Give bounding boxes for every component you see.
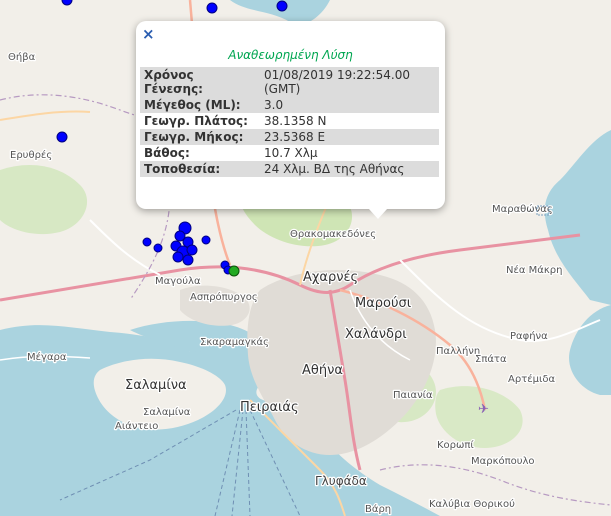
- label-skaramangas: Σκαραμαγκάς: [200, 336, 269, 348]
- detail-row-origin-time: Χρόνος Γένεσης: 01/08/2019 19:22:54.00 (…: [140, 67, 439, 97]
- label-spata: Σπάτα: [475, 353, 507, 365]
- label-thrakomakedones: Θρακομακεδόνες: [290, 228, 376, 240]
- earthquake-marker[interactable]: [186, 244, 198, 256]
- detail-row-magnitude: Μέγεθος (ML): 3.0: [140, 97, 439, 113]
- label-rafina: Ραφήνα: [510, 330, 548, 342]
- detail-label: Γεωγρ. Πλάτος:: [144, 114, 248, 128]
- label-chalandri: Χαλάνδρι: [345, 327, 407, 342]
- popup-close-button[interactable]: ×: [142, 27, 155, 42]
- label-nea-makri: Νέα Μάκρη: [506, 264, 562, 276]
- detail-value: 38.1358 N: [264, 114, 327, 128]
- detail-label: Βάθος:: [144, 146, 190, 160]
- earthquake-marker[interactable]: [172, 251, 184, 263]
- detail-label: Χρόνος Γένεσης:: [140, 67, 260, 97]
- detail-value: 23.5368 E: [260, 129, 439, 145]
- earthquake-marker[interactable]: [276, 0, 288, 12]
- earthquake-details-table: Χρόνος Γένεσης: 01/08/2019 19:22:54.00 (…: [140, 67, 439, 177]
- detail-label: Μέγεθος (ML):: [140, 97, 260, 113]
- label-aspropyrgos: Ασπρόπυργος: [190, 291, 258, 303]
- detail-value: 10.7 Χλμ: [264, 146, 318, 160]
- detail-row-longitude: Γεωγρ. Μήκος: 23.5368 E: [140, 129, 439, 145]
- earthquake-info-popup: × Αναθεωρημένη Λύση Χρόνος Γένεσης: 01/0…: [136, 21, 445, 219]
- detail-row-depth: Βάθος: 10.7 Χλμ: [140, 145, 439, 161]
- label-markopoulo: Μαρκόπουλο: [471, 455, 535, 467]
- earthquake-marker[interactable]: [153, 243, 163, 253]
- earthquake-marker-selected[interactable]: [228, 265, 240, 277]
- label-marousi: Μαρούσι: [355, 296, 411, 311]
- detail-row-latitude: Γεωγρ. Πλάτος: 38.1358 N: [140, 113, 439, 129]
- popup-title: Αναθεωρημένη Λύση: [228, 48, 353, 62]
- detail-row-location: Τοποθεσία: 24 Χλμ. ΒΔ της Αθήνας: [140, 161, 439, 177]
- detail-value: 24 Χλμ. ΒΔ της Αθήνας: [260, 161, 439, 177]
- label-acharnes: Αχαρνές: [303, 270, 358, 285]
- earthquake-marker[interactable]: [142, 237, 152, 247]
- label-glyfada: Γλυφάδα: [315, 474, 367, 488]
- label-artemida: Αρτέμιδα: [508, 373, 555, 385]
- label-kalyvia: Καλύβια Θορικού: [429, 498, 515, 510]
- detail-value: 3.0: [260, 97, 439, 113]
- label-athina: Αθήνα: [302, 363, 343, 378]
- label-marathonas: Μαραθώνας: [492, 203, 553, 215]
- label-thiva: Θήβα: [8, 51, 36, 63]
- detail-label: Τοποθεσία:: [140, 161, 260, 177]
- label-pallini: Παλλήνη: [436, 345, 480, 357]
- earthquake-marker[interactable]: [201, 235, 211, 245]
- detail-label: Γεωγρ. Μήκος:: [140, 129, 260, 145]
- earthquake-marker[interactable]: [182, 254, 194, 266]
- earthquake-marker[interactable]: [206, 2, 218, 14]
- label-salamina-town: Σαλαμίνα: [143, 406, 191, 418]
- label-koropi: Κορωπί: [437, 439, 474, 451]
- label-paiania: Παιανία: [393, 389, 433, 401]
- airport-icon: ✈: [478, 402, 489, 417]
- detail-value: 01/08/2019 19:22:54.00 (GMT): [260, 67, 439, 97]
- label-megara: Μέγαρα: [27, 351, 67, 363]
- earthquake-marker[interactable]: [56, 131, 68, 143]
- label-peiraias: Πειραιάς: [240, 400, 299, 415]
- label-varis: Βάρη: [365, 503, 391, 515]
- label-magoula: Μαγούλα: [155, 275, 201, 287]
- label-aianteio: Αιάντειο: [115, 420, 158, 432]
- popup-tip: [369, 209, 387, 219]
- label-erythres: Ερυθρές: [10, 149, 52, 161]
- label-salamina-island: Σαλαμίνα: [125, 378, 187, 393]
